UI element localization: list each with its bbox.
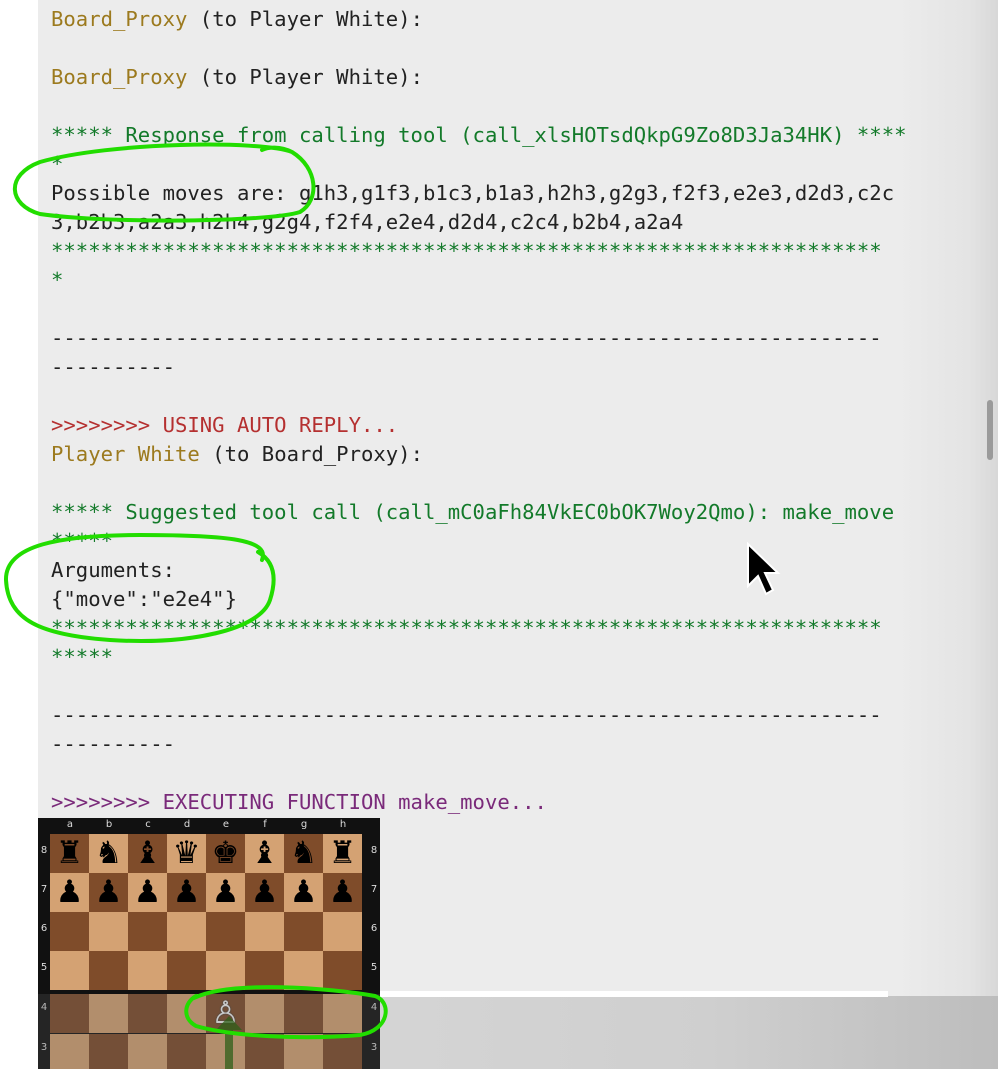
square-h5 xyxy=(323,951,362,990)
square-c8: ♝ xyxy=(128,834,167,873)
file-label-d: d xyxy=(183,819,191,830)
rank-label-7: 7 xyxy=(40,884,48,895)
square-f7: ♟ xyxy=(245,873,284,912)
square-a6 xyxy=(50,912,89,951)
file-label-g: g xyxy=(300,819,308,830)
square-g8: ♞ xyxy=(284,834,323,873)
auto-reply-line: >>>>>>>> USING AUTO REPLY... xyxy=(51,413,399,437)
square-b5 xyxy=(89,951,128,990)
square-b6 xyxy=(89,912,128,951)
black-piece-c7: ♟ xyxy=(133,874,162,910)
black-piece-e8: ♚ xyxy=(211,835,240,871)
move-arrow-icon xyxy=(216,1016,242,1069)
rank-label-8-right: 8 xyxy=(370,845,378,856)
file-label-a: a xyxy=(66,819,74,830)
tool-response-footer-wrap: * xyxy=(51,268,64,292)
black-piece-b7: ♟ xyxy=(94,874,123,910)
rank-label-8: 8 xyxy=(40,845,48,856)
mouse-pointer-icon xyxy=(747,541,781,596)
black-piece-d8: ♛ xyxy=(172,835,201,871)
black-piece-b8: ♞ xyxy=(94,835,123,871)
black-piece-a7: ♟ xyxy=(55,874,84,910)
separator-line-1-wrap: ---------- xyxy=(51,355,175,379)
speaker-name: Player White xyxy=(51,442,200,466)
square-e5 xyxy=(206,951,245,990)
recipient-text: (to Player White): xyxy=(187,7,423,31)
black-piece-c8: ♝ xyxy=(133,835,162,871)
file-label-f: f xyxy=(263,819,267,830)
square-e6 xyxy=(206,912,245,951)
log-line-player-white: Player White (to Board_Proxy): xyxy=(51,440,423,469)
rank-label-5-right: 5 xyxy=(370,962,378,973)
speaker-name: Board_Proxy xyxy=(51,65,188,89)
suggested-tool-call-footer-wrap: ***** xyxy=(51,645,113,669)
possible-moves-line-2: 3,b2b3,a2a3,h2h4,g2g4,f2f4,e2e4,d2d4,c2c… xyxy=(51,210,684,234)
tool-response-header-wrap: * xyxy=(51,152,64,176)
square-c6 xyxy=(128,912,167,951)
square-c5 xyxy=(128,951,167,990)
separator-line-2: ----------------------------------------… xyxy=(51,703,882,727)
rank-label-7-right: 7 xyxy=(370,884,378,895)
possible-moves-line-1: Possible moves are: g1h3,g1f3,b1c3,b1a3,… xyxy=(51,181,895,205)
square-d8: ♛ xyxy=(167,834,206,873)
square-h7: ♟ xyxy=(323,873,362,912)
file-label-e: e xyxy=(222,819,230,830)
square-b8: ♞ xyxy=(89,834,128,873)
square-g7: ♟ xyxy=(284,873,323,912)
recipient-text: (to Player White): xyxy=(187,65,423,89)
speaker-name: Board_Proxy xyxy=(51,7,188,31)
file-label-c: c xyxy=(145,819,151,830)
square-f5 xyxy=(245,951,284,990)
square-h6 xyxy=(323,912,362,951)
black-piece-h8: ♜ xyxy=(328,835,357,871)
suggested-tool-call-footer: ****************************************… xyxy=(51,616,882,640)
square-e8: ♚ xyxy=(206,834,245,873)
rank-label-6: 6 xyxy=(40,923,48,934)
square-e7: ♟ xyxy=(206,873,245,912)
arguments-label: Arguments: xyxy=(51,558,175,582)
chess-board: a b c d e f g h 8 7 6 5 4 3 8 7 6 5 4 3 … xyxy=(38,818,380,1069)
square-d6 xyxy=(167,912,206,951)
black-piece-e7: ♟ xyxy=(211,874,240,910)
executing-function-line: >>>>>>>> EXECUTING FUNCTION make_move... xyxy=(51,790,547,814)
square-f8: ♝ xyxy=(245,834,284,873)
vertical-scrollbar-handle[interactable] xyxy=(987,400,993,460)
suggested-tool-call-header-wrap: ***** xyxy=(51,529,113,553)
black-piece-a8: ♜ xyxy=(55,835,84,871)
suggested-tool-call-header: ***** Suggested tool call (call_mC0aFh84… xyxy=(51,500,895,524)
rank-label-5: 5 xyxy=(40,962,48,973)
recipient-text: (to Board_Proxy): xyxy=(199,442,423,466)
separator-line-1: ----------------------------------------… xyxy=(51,326,882,350)
square-b7: ♟ xyxy=(89,873,128,912)
square-h8: ♜ xyxy=(323,834,362,873)
black-piece-g7: ♟ xyxy=(289,874,318,910)
arguments-value: {"move":"e2e4"} xyxy=(51,587,237,611)
board-lower-shade xyxy=(38,994,380,1069)
black-piece-f8: ♝ xyxy=(250,835,279,871)
square-a8: ♜ xyxy=(50,834,89,873)
square-d7: ♟ xyxy=(167,873,206,912)
black-piece-f7: ♟ xyxy=(250,874,279,910)
black-piece-h7: ♟ xyxy=(328,874,357,910)
separator-line-2-wrap: ---------- xyxy=(51,732,175,756)
square-g6 xyxy=(284,912,323,951)
log-line-board-proxy-1: Board_Proxy (to Player White): xyxy=(51,5,423,34)
square-a7: ♟ xyxy=(50,873,89,912)
black-piece-g8: ♞ xyxy=(289,835,318,871)
file-label-b: b xyxy=(105,819,113,830)
tool-response-header: ***** Response from calling tool (call_x… xyxy=(51,123,907,147)
rank-label-6-right: 6 xyxy=(370,923,378,934)
log-line-board-proxy-2: Board_Proxy (to Player White): xyxy=(51,63,423,92)
square-d5 xyxy=(167,951,206,990)
square-g5 xyxy=(284,951,323,990)
tool-response-footer: ****************************************… xyxy=(51,239,882,263)
black-piece-d7: ♟ xyxy=(172,874,201,910)
file-label-h: h xyxy=(339,819,347,830)
square-f6 xyxy=(245,912,284,951)
square-a5 xyxy=(50,951,89,990)
square-c7: ♟ xyxy=(128,873,167,912)
